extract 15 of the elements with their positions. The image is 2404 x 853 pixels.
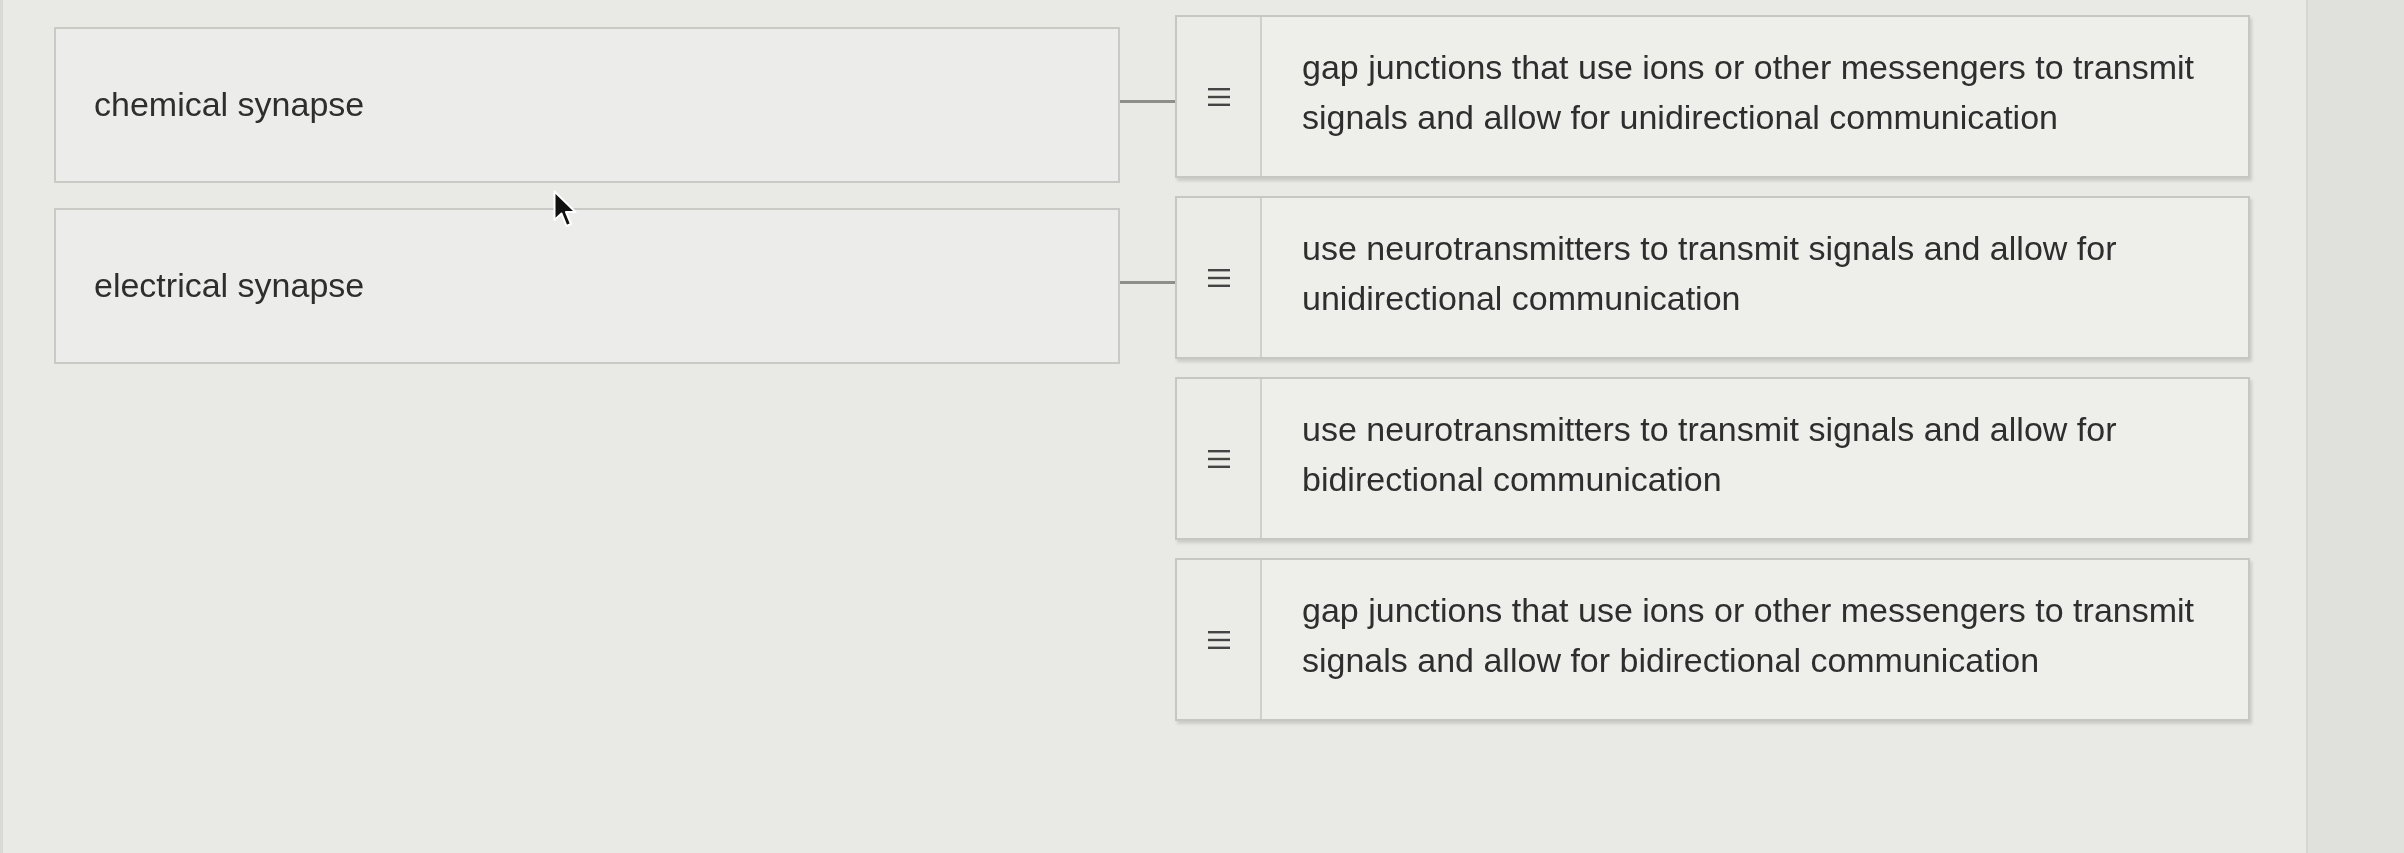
drag-handle[interactable] bbox=[1177, 17, 1262, 176]
grip-lines-icon bbox=[1207, 630, 1230, 649]
drag-handle[interactable] bbox=[1177, 560, 1262, 719]
term-label: electrical synapse bbox=[94, 266, 365, 305]
drag-handle[interactable] bbox=[1177, 379, 1262, 538]
answer-text: gap junctions that use ions or other messengers to transmit signals and allow for unidirectional communication bbox=[1302, 46, 2196, 138]
drag-handle[interactable] bbox=[1177, 198, 1262, 357]
answer-text: use neurotransmitters to transmit signals and allow for bidirectional communication bbox=[1302, 408, 2118, 500]
answer-text: use neurotransmitters to transmit signals and allow for unidirectional communication bbox=[1302, 227, 2118, 319]
term-label: chemical synapse bbox=[94, 85, 365, 124]
answer-text: gap junctions that use ions or other messengers to transmit signals and allow for bidirectional communication bbox=[1302, 589, 2196, 681]
grip-lines-icon bbox=[1207, 268, 1230, 287]
grip-lines-icon bbox=[1207, 87, 1230, 106]
mouse-pointer-icon bbox=[553, 190, 577, 228]
grip-lines-icon bbox=[1207, 449, 1230, 468]
